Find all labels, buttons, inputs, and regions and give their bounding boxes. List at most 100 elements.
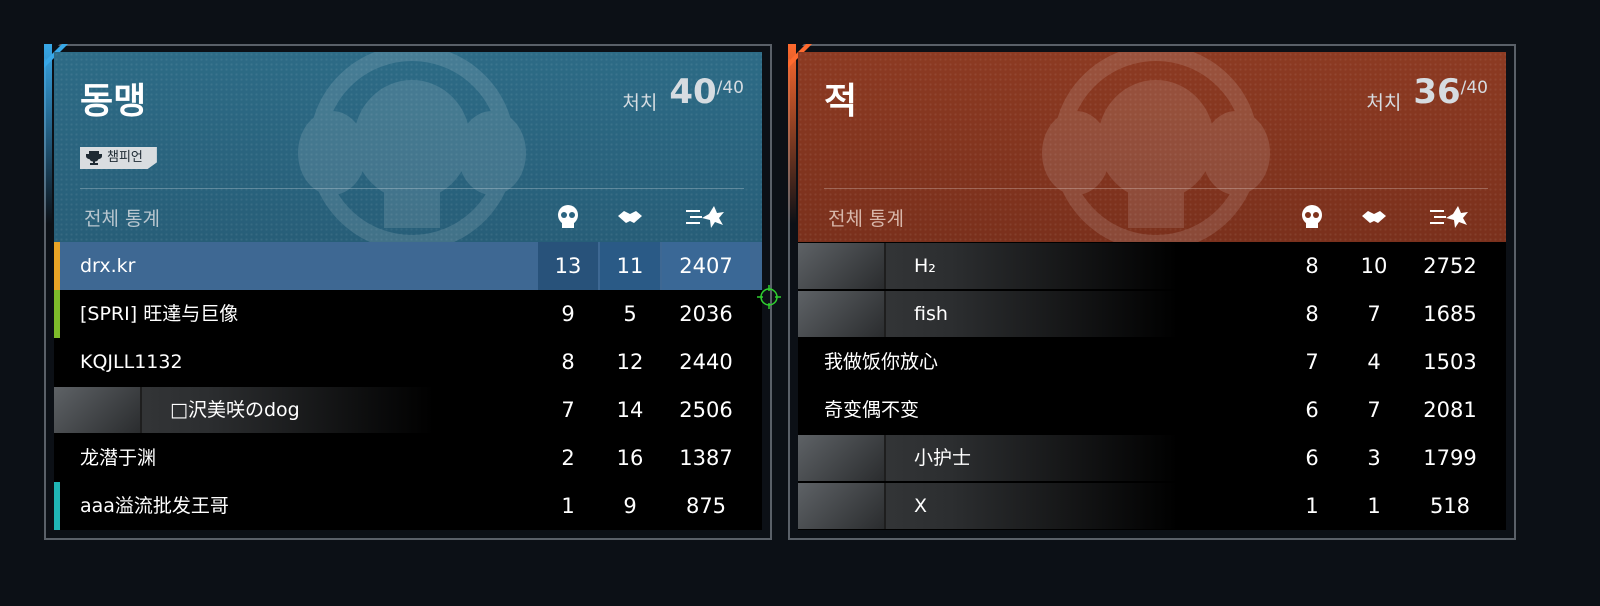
skull-icon xyxy=(558,205,578,228)
enemy-kills-value: 36 xyxy=(1413,72,1461,112)
player-assists: 10 xyxy=(1360,254,1388,278)
player-name: H₂ xyxy=(914,255,936,277)
player-name: fish xyxy=(914,303,948,325)
player-damage: 2752 xyxy=(1423,254,1477,278)
enemy-stats-label: 전체 통계 xyxy=(828,208,904,230)
skull-emblem-icon xyxy=(1042,52,1270,242)
player-kills: 7 xyxy=(561,398,575,422)
ally-player-row[interactable]: drx.kr 13 11 2407 xyxy=(54,242,762,290)
player-kills: 6 xyxy=(1305,446,1319,470)
player-assists: 7 xyxy=(1367,398,1381,422)
player-kills: 13 xyxy=(538,242,598,290)
player-name: aaa溢流批发王哥 xyxy=(80,495,229,517)
player-assists: 9 xyxy=(623,494,637,518)
player-portrait-avatar xyxy=(54,387,142,433)
skull-icon xyxy=(1302,205,1322,228)
damage-burst-icon xyxy=(686,206,724,228)
player-assists: 12 xyxy=(616,350,644,374)
ally-team-panel: 동맹 처치 40 /40 챔피언 전체 통계 drx.kr 13 11 2407 [SP… xyxy=(44,44,772,540)
enemy-player-rows: H₂ 8 10 2752 fish 8 7 1685 我做饭你放心 7 4 1503 奇变偶不变 6 7 20… xyxy=(798,242,1506,530)
player-damage: 1503 xyxy=(1423,350,1477,374)
player-portrait-avatar xyxy=(798,243,886,289)
squad-color-bar xyxy=(54,290,60,338)
player-damage: 2506 xyxy=(679,398,733,422)
trophy-icon xyxy=(86,151,102,165)
player-damage: 1799 xyxy=(1423,446,1477,470)
player-assists: 5 xyxy=(623,302,637,326)
ally-header: 동맹 처치 40 /40 챔피언 전체 통계 xyxy=(54,52,762,242)
player-damage: 2036 xyxy=(679,302,733,326)
enemy-kills-total: /40 xyxy=(1460,78,1488,98)
ally-accent-stripe xyxy=(44,44,52,224)
enemy-accent-stripe xyxy=(788,44,796,224)
squad-color-bar xyxy=(54,242,60,290)
handshake-icon xyxy=(1362,211,1386,223)
player-kills: 7 xyxy=(1305,350,1319,374)
player-assists: 14 xyxy=(616,398,644,422)
player-assists: 3 xyxy=(1367,446,1381,470)
handshake-icon xyxy=(618,211,642,223)
player-name: 龙潜于渊 xyxy=(80,447,157,469)
player-portrait-avatar xyxy=(798,483,886,529)
player-portrait-avatar xyxy=(798,435,886,481)
player-assists: 11 xyxy=(600,242,660,290)
ally-player-row[interactable]: aaa溢流批发王哥 1 9 875 xyxy=(54,482,762,530)
player-name: [SPRI] 旺達与巨像 xyxy=(80,303,239,325)
enemy-kills-label: 처치 xyxy=(1366,92,1402,114)
ally-player-row[interactable]: □沢美咲のdog 7 14 2506 xyxy=(54,386,762,434)
player-assists: 7 xyxy=(1367,302,1381,326)
ally-kills-label: 처치 xyxy=(622,92,658,114)
damage-burst-icon xyxy=(1430,206,1468,228)
player-kills: 8 xyxy=(1305,302,1319,326)
skull-emblem-icon xyxy=(298,52,526,242)
enemy-team-name: 적 xyxy=(824,81,858,122)
ally-stats-label: 전체 통계 xyxy=(84,208,160,230)
ally-player-row[interactable]: 龙潜于渊 2 16 1387 xyxy=(54,434,762,482)
player-kills: 2 xyxy=(561,446,575,470)
ally-player-row[interactable]: KQJLL1132 8 12 2440 xyxy=(54,338,762,386)
player-damage: 2440 xyxy=(679,350,733,374)
player-damage: 2407 xyxy=(662,242,750,290)
ally-team-name: 동맹 xyxy=(80,81,147,122)
enemy-team-panel: 적 처치 36 /40 전체 통계 H₂ 8 10 2752 fish 8 7 1685 我做饭… xyxy=(788,44,1516,540)
enemy-header: 적 처치 36 /40 전체 통계 xyxy=(798,52,1506,242)
player-name: X xyxy=(914,495,928,517)
ally-kills-counter: 처치 40 /40 xyxy=(622,72,744,115)
enemy-player-row[interactable]: 我做饭你放心 7 4 1503 xyxy=(798,338,1506,386)
player-name: KQJLL1132 xyxy=(80,351,183,373)
player-damage: 518 xyxy=(1429,494,1471,518)
player-name: drx.kr xyxy=(80,255,136,277)
enemy-kills-counter: 처치 36 /40 xyxy=(1366,72,1488,115)
player-assists: 4 xyxy=(1367,350,1381,374)
enemy-player-row[interactable]: 小护士 6 3 1799 xyxy=(798,434,1506,482)
player-name: 奇变偶不变 xyxy=(824,399,920,421)
player-kills: 9 xyxy=(561,302,575,326)
enemy-player-row[interactable]: H₂ 8 10 2752 xyxy=(798,242,1506,290)
player-damage: 2081 xyxy=(1423,398,1477,422)
player-damage: 1387 xyxy=(679,446,733,470)
player-kills: 8 xyxy=(1305,254,1319,278)
player-name: 我做饭你放心 xyxy=(824,351,939,373)
player-portrait-avatar xyxy=(798,291,886,337)
enemy-player-row[interactable]: fish 8 7 1685 xyxy=(798,290,1506,338)
ally-player-row[interactable]: [SPRI] 旺達与巨像 9 5 2036 xyxy=(54,290,762,338)
player-damage: 875 xyxy=(685,494,727,518)
champion-badge: 챔피언 xyxy=(80,147,157,169)
player-name: □沢美咲のdog xyxy=(170,399,300,421)
ally-kills-value: 40 xyxy=(669,72,717,112)
enemy-player-row[interactable]: X 1 1 518 xyxy=(798,482,1506,530)
player-kills: 1 xyxy=(561,494,575,518)
squad-color-bar xyxy=(54,482,60,530)
enemy-player-row[interactable]: 奇变偶不变 6 7 2081 xyxy=(798,386,1506,434)
player-assists: 16 xyxy=(616,446,644,470)
enemy-divider xyxy=(824,188,1488,189)
player-assists: 1 xyxy=(1367,494,1381,518)
crosshair-cursor-icon xyxy=(757,285,781,309)
player-damage: 1685 xyxy=(1423,302,1477,326)
player-kills: 1 xyxy=(1305,494,1319,518)
ally-divider xyxy=(80,188,744,189)
champion-badge-label: 챔피언 xyxy=(107,150,143,165)
player-kills: 6 xyxy=(1305,398,1319,422)
ally-player-rows: drx.kr 13 11 2407 [SPRI] 旺達与巨像 9 5 2036 KQJLL113… xyxy=(54,242,762,530)
player-name: 小护士 xyxy=(914,447,972,469)
